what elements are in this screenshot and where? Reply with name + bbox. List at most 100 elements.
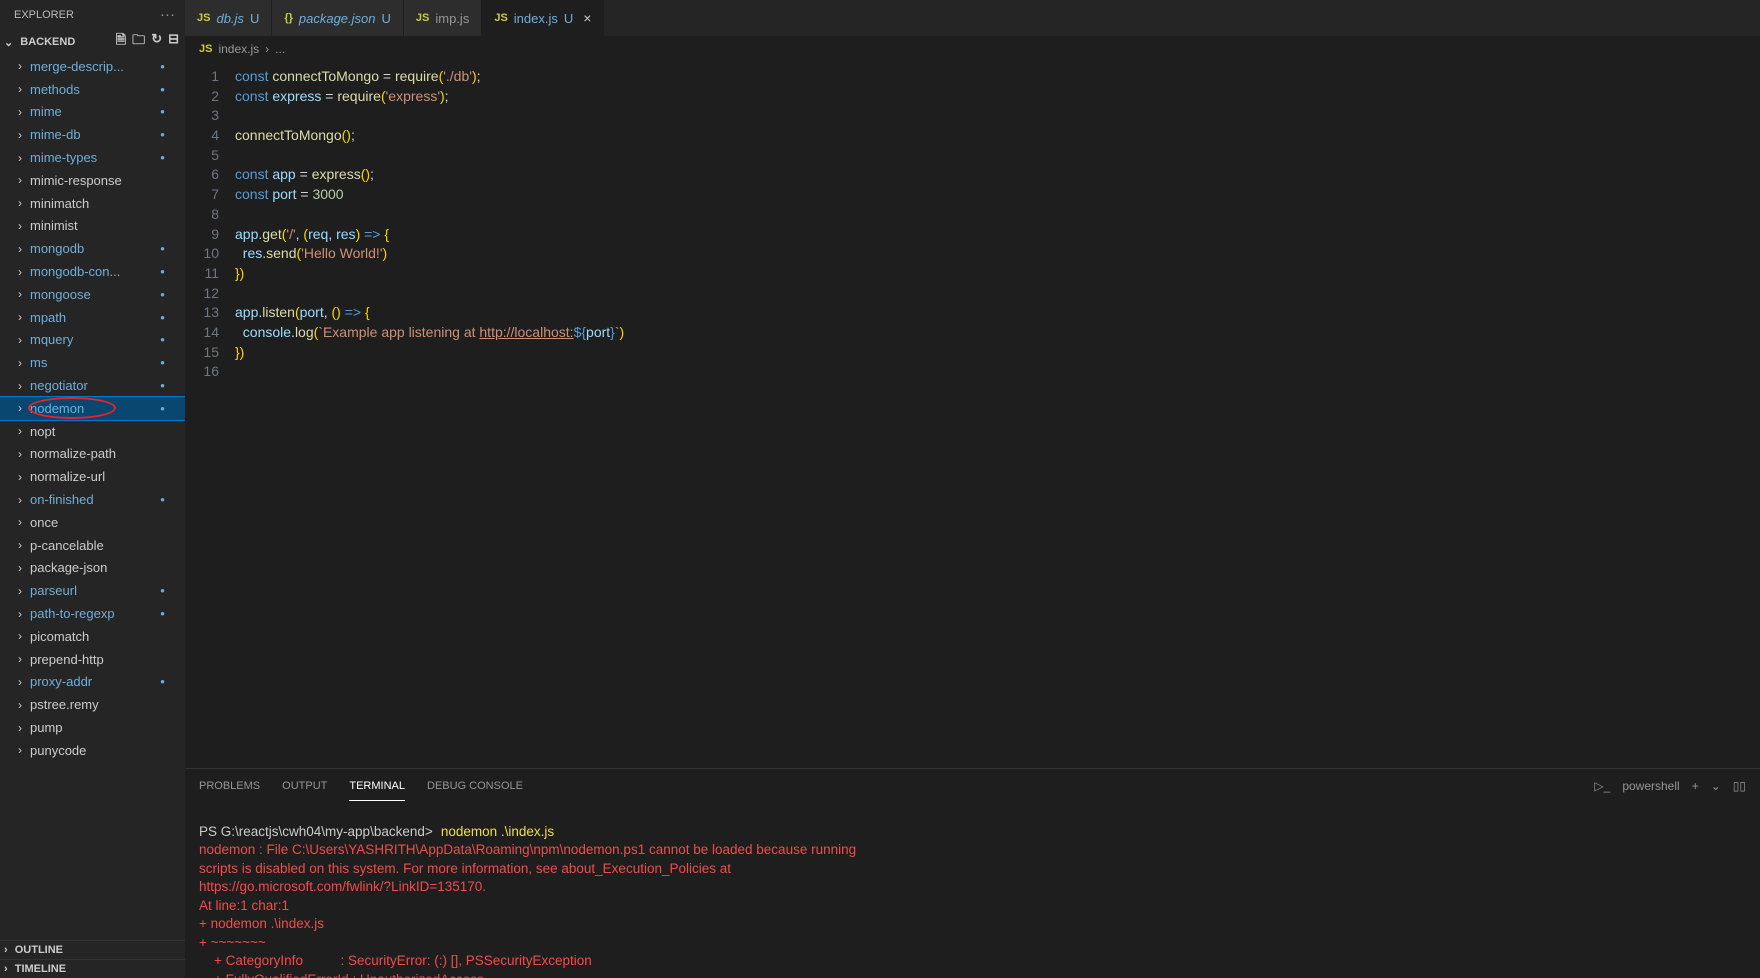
folder-mquery[interactable]: ›mquery [0,329,185,352]
folder-negotiator[interactable]: › negotiator [0,374,185,397]
folder-mimic-response[interactable]: ›mimic-response [0,169,185,192]
chevron-right-icon: › [18,401,22,415]
folder-label: normalize-url [30,469,105,484]
folder-label: on-finished [30,492,94,507]
folder-label: pump [30,720,63,735]
tab-status: U [250,11,259,26]
folder-mime[interactable]: ›mime [0,101,185,124]
tab-output[interactable]: OUTPUT [282,772,327,801]
terminal-split-dropdown-icon[interactable]: ⌄ [1711,779,1721,793]
folder-label: pstree.remy [30,697,99,712]
explorer-header: EXPLORER ··· [0,0,185,29]
tab-imp-js[interactable]: JSimp.js [404,0,482,36]
folder-label: nopt [30,424,55,439]
folder-pstree-remy[interactable]: ›pstree.remy [0,693,185,716]
main-area: JSdb.js U{}package.json UJSimp.js JS index… [185,0,1760,978]
terminal-content[interactable]: PS G:\reactjs\cwh04\my-app\backend> node… [185,803,1760,978]
folder-mpath[interactable]: ›mpath [0,306,185,329]
folder-label: merge-descrip... [30,59,124,74]
code-editor[interactable]: 12345678910111213141516 const connectToM… [185,62,1760,768]
folder-label: p-cancelable [30,538,104,553]
folder-mongodb[interactable]: ›mongodb [0,237,185,260]
bottom-panel: PROBLEMS OUTPUT TERMINAL DEBUG CONSOLE ▷… [185,768,1760,978]
chevron-right-icon: › [18,515,22,529]
folder-nopt[interactable]: ›nopt [0,420,185,443]
tab-terminal[interactable]: TERMINAL [349,772,405,801]
terminal-error-line: https://go.microsoft.com/fwlink/?LinkID=… [199,879,486,894]
tab-index-js[interactable]: JSindex.js U× [482,0,604,36]
folder-normalize-path[interactable]: ›normalize-path [0,443,185,466]
breadcrumb-file: index.js [218,42,259,56]
code-content[interactable]: const connectToMongo = require('./db');c… [235,62,624,768]
folder-on-finished[interactable]: › on-finished [0,488,185,511]
chevron-right-icon: › [18,721,22,735]
folder-parseurl[interactable]: ›parseurl [0,579,185,602]
line-gutter: 12345678910111213141516 [185,62,235,768]
folder-p-cancelable[interactable]: ›p-cancelable [0,534,185,557]
chevron-right-icon: › [18,82,22,96]
tab-db-js[interactable]: JSdb.js U [185,0,272,36]
chevron-right-icon: › [18,652,22,666]
timeline-section[interactable]: › TIMELINE [0,959,185,978]
folder-merge-descrip-[interactable]: ›merge-descrip... [0,55,185,78]
folder-minimatch[interactable]: ›minimatch [0,192,185,215]
folder-label: normalize-path [30,446,116,461]
folder-proxy-addr[interactable]: ›proxy-addr [0,671,185,694]
folder-mime-types[interactable]: ›mime-types [0,146,185,169]
file-tree[interactable]: ›merge-descrip...›methods›mime›mime-db›m… [0,55,185,940]
folder-mongoose[interactable]: ›mongoose [0,283,185,306]
new-folder-icon[interactable]: 🗀 [132,31,145,53]
chevron-right-icon: › [18,675,22,689]
folder-normalize-url[interactable]: › normalize-url [0,465,185,488]
explorer-root[interactable]: ⌄ BACKEND 🗎 🗀 ↻ ⊟ [0,29,185,55]
folder-pump[interactable]: › pump [0,716,185,739]
outline-section[interactable]: › OUTLINE [0,940,185,959]
tab-status: U [564,11,573,26]
folder-label: ms [30,355,47,370]
folder-label: methods [30,82,80,97]
chevron-right-icon: › [18,629,22,643]
folder-ms[interactable]: ›ms [0,351,185,374]
new-file-icon[interactable]: 🗎 [116,31,126,53]
collapse-icon[interactable]: ⊟ [168,31,179,53]
explorer-more-icon[interactable]: ··· [160,6,175,23]
terminal-add-icon[interactable]: + [1692,779,1699,793]
tab-debug[interactable]: DEBUG CONSOLE [427,772,523,801]
root-folder-label: BACKEND [20,36,75,48]
breadcrumb[interactable]: JS index.js › ... [185,36,1760,62]
folder-label: mquery [30,332,73,347]
folder-label: picomatch [30,629,89,644]
chevron-right-icon: › [18,493,22,507]
folder-nodemon[interactable]: ›nodemon [0,397,185,420]
folder-package-json[interactable]: ›package-json [0,557,185,580]
folder-label: mpath [30,310,66,325]
folder-label: minimist [30,218,78,233]
chevron-right-icon: › [18,470,22,484]
folder-methods[interactable]: › methods [0,78,185,101]
folder-mongodb-con-[interactable]: ›mongodb-con... [0,260,185,283]
tab-label: imp.js [435,11,469,26]
terminal-shell-label[interactable]: powershell [1622,779,1679,793]
folder-picomatch[interactable]: › picomatch [0,625,185,648]
chevron-right-icon: › [18,607,22,621]
terminal-command: nodemon .\index.js [441,824,554,839]
folder-label: path-to-regexp [30,606,115,621]
folder-once[interactable]: ›once [0,511,185,534]
close-icon[interactable]: × [583,10,591,26]
chevron-right-icon: › [18,379,22,393]
tab-package-json[interactable]: {}package.json U [272,0,404,36]
chevron-right-icon: › [18,219,22,233]
js-file-icon: JS [197,12,210,24]
chevron-right-icon: › [18,196,22,210]
terminal-split-icon[interactable]: ▯▯ [1733,779,1746,793]
folder-mime-db[interactable]: ›mime-db [0,123,185,146]
refresh-icon[interactable]: ↻ [151,31,162,53]
folder-label: negotiator [30,378,88,393]
folder-path-to-regexp[interactable]: › path-to-regexp [0,602,185,625]
tab-problems[interactable]: PROBLEMS [199,772,260,801]
terminal-error-line: + FullyQualifiedErrorId : UnauthorizedAc… [199,972,484,978]
folder-prepend-http[interactable]: ›prepend-http [0,648,185,671]
tab-status: U [382,11,391,26]
folder-minimist[interactable]: › minimist [0,215,185,238]
folder-punycode[interactable]: ›punycode [0,739,185,762]
